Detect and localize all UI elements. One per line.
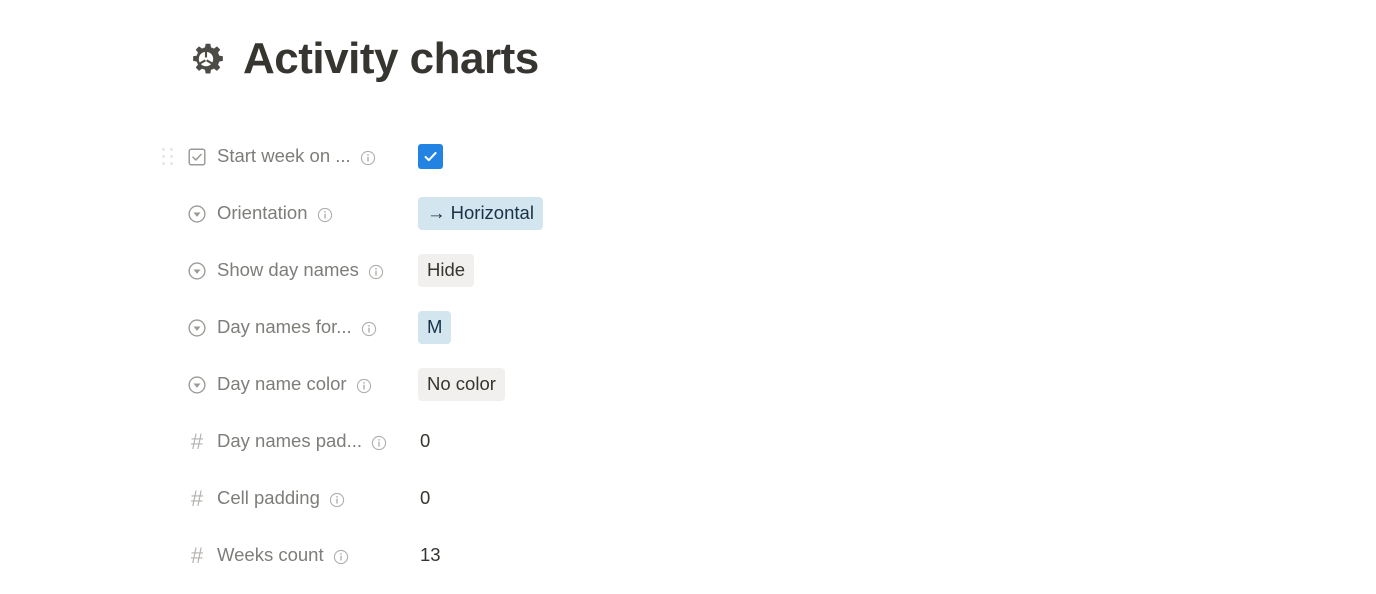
property-row-day-name-color[interactable]: Day name color No color [186, 356, 1086, 413]
info-icon[interactable] [329, 492, 345, 508]
select-icon [186, 317, 208, 339]
property-row-day-names-format[interactable]: Day names for... M [186, 299, 1086, 356]
info-icon[interactable] [360, 150, 376, 166]
property-value-day-names-padding[interactable]: 0 [418, 432, 430, 451]
info-icon[interactable] [368, 264, 384, 280]
property-name-day-names-padding[interactable]: # Day names pad... [186, 428, 408, 454]
info-icon[interactable] [317, 207, 333, 223]
property-label: Start week on ... [217, 145, 351, 167]
page-root: Activity charts Start week on ... Orient… [0, 0, 1376, 594]
property-row-orientation[interactable]: Orientation → Horizontal [186, 185, 1086, 242]
property-value-cell-padding[interactable]: 0 [418, 489, 430, 508]
property-label: Show day names [217, 259, 359, 281]
property-name-day-names-format[interactable]: Day names for... [186, 317, 408, 339]
property-row-weeks-count[interactable]: # Weeks count 13 [186, 527, 1086, 584]
property-value-day-names-format[interactable]: M [418, 310, 452, 345]
select-tag[interactable]: No color [418, 367, 505, 402]
property-value-show-day-names[interactable]: Hide [418, 253, 475, 288]
property-name-cell-padding[interactable]: # Cell padding [186, 485, 408, 511]
info-icon[interactable] [356, 378, 372, 394]
property-name-show-day-names[interactable]: Show day names [186, 260, 408, 282]
property-value-start-week-on[interactable] [418, 144, 443, 169]
property-value-day-name-color[interactable]: No color [418, 367, 505, 402]
property-row-day-names-padding[interactable]: # Day names pad... 0 [186, 413, 1086, 470]
info-icon[interactable] [361, 321, 377, 337]
property-name-weeks-count[interactable]: # Weeks count [186, 542, 408, 568]
number-icon: # [190, 542, 204, 568]
property-name-orientation[interactable]: Orientation [186, 203, 408, 225]
property-label: Cell padding [217, 487, 320, 509]
drag-handle-icon[interactable] [162, 147, 174, 166]
property-value-orientation[interactable]: → Horizontal [418, 196, 543, 231]
select-icon [186, 374, 208, 396]
property-name-start-week-on[interactable]: Start week on ... [186, 146, 408, 168]
property-name-day-name-color[interactable]: Day name color [186, 374, 408, 396]
number-icon: # [190, 485, 204, 511]
property-row-start-week-on[interactable]: Start week on ... [162, 128, 1086, 185]
property-value-weeks-count[interactable]: 13 [418, 546, 441, 565]
property-label: Day name color [217, 373, 347, 395]
number-value[interactable]: 0 [418, 432, 430, 451]
property-label: Day names pad... [217, 430, 362, 452]
select-icon [186, 260, 208, 282]
number-value[interactable]: 13 [418, 546, 441, 565]
number-value[interactable]: 0 [418, 489, 430, 508]
select-icon [186, 203, 208, 225]
gear-icon[interactable] [183, 36, 229, 82]
property-label: Weeks count [217, 544, 324, 566]
select-tag[interactable]: M [418, 310, 452, 345]
checkbox-icon [186, 146, 208, 168]
property-row-show-day-names[interactable]: Show day names Hide [186, 242, 1086, 299]
property-label: Orientation [217, 202, 308, 224]
property-list: Start week on ... Orientation → Horizont… [162, 128, 1086, 584]
info-icon[interactable] [333, 549, 349, 565]
property-label: Day names for... [217, 316, 352, 338]
page-title: Activity charts [243, 34, 539, 83]
number-icon: # [190, 428, 204, 454]
select-tag[interactable]: → Horizontal [418, 196, 543, 231]
checkbox-checked-icon[interactable] [418, 144, 443, 169]
select-tag[interactable]: Hide [418, 253, 475, 288]
info-icon[interactable] [371, 435, 387, 451]
property-row-cell-padding[interactable]: # Cell padding 0 [186, 470, 1086, 527]
page-header: Activity charts [183, 36, 539, 82]
